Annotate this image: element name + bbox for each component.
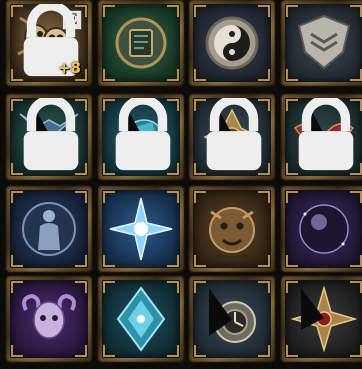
relic-slot-statue-seal[interactable] — [6, 186, 92, 272]
relic-slot-ice-star[interactable] — [98, 186, 184, 272]
relic-slot-skull[interactable]: E +8 — [6, 0, 92, 86]
ice-star-icon — [102, 190, 180, 268]
relic-slot-gold-compass[interactable] — [281, 276, 362, 362]
relic-slot-golden-rune[interactable] — [189, 94, 275, 180]
beast-head-icon — [193, 190, 271, 268]
relic-slot-shield[interactable] — [281, 0, 362, 86]
crimson-wing-icon — [285, 98, 362, 176]
relic-slot-crystal-dragon[interactable] — [98, 94, 184, 180]
relic-grid: E +8 — [0, 0, 362, 369]
statue-seal-icon — [10, 190, 88, 268]
yin-yang-icon — [193, 4, 271, 82]
relic-slot-dark-orb[interactable] — [281, 186, 362, 272]
golden-rune-icon — [193, 98, 271, 176]
tome-orb-icon — [102, 4, 180, 82]
gold-compass-icon — [285, 280, 362, 358]
relic-slot-tome[interactable] — [98, 0, 184, 86]
relic-slot-ram-skull[interactable] — [6, 276, 92, 362]
relic-slot-horned-mask[interactable] — [6, 94, 92, 180]
relic-slot-clockwork[interactable] — [189, 276, 275, 362]
relic-slot-crimson-wing[interactable] — [281, 94, 362, 180]
lock-icon — [115, 98, 171, 171]
relic-slot-beast-head[interactable] — [189, 186, 275, 272]
ram-skull-icon — [10, 280, 88, 358]
lock-icon — [298, 98, 354, 171]
horned-mask-icon — [10, 98, 88, 176]
upgrade-level: +8 — [57, 59, 81, 77]
crystal-dragon-icon — [102, 98, 180, 176]
dark-orb-icon — [285, 190, 362, 268]
clockwork-icon — [193, 280, 271, 358]
frost-gate-icon — [102, 280, 180, 358]
relic-slot-yin-yang[interactable] — [189, 0, 275, 86]
relic-slot-frost-gate[interactable] — [98, 276, 184, 362]
lock-icon — [206, 98, 262, 171]
lock-icon — [23, 98, 79, 171]
skull-relic-icon: E +8 — [10, 4, 88, 82]
winged-shield-icon — [285, 4, 362, 82]
